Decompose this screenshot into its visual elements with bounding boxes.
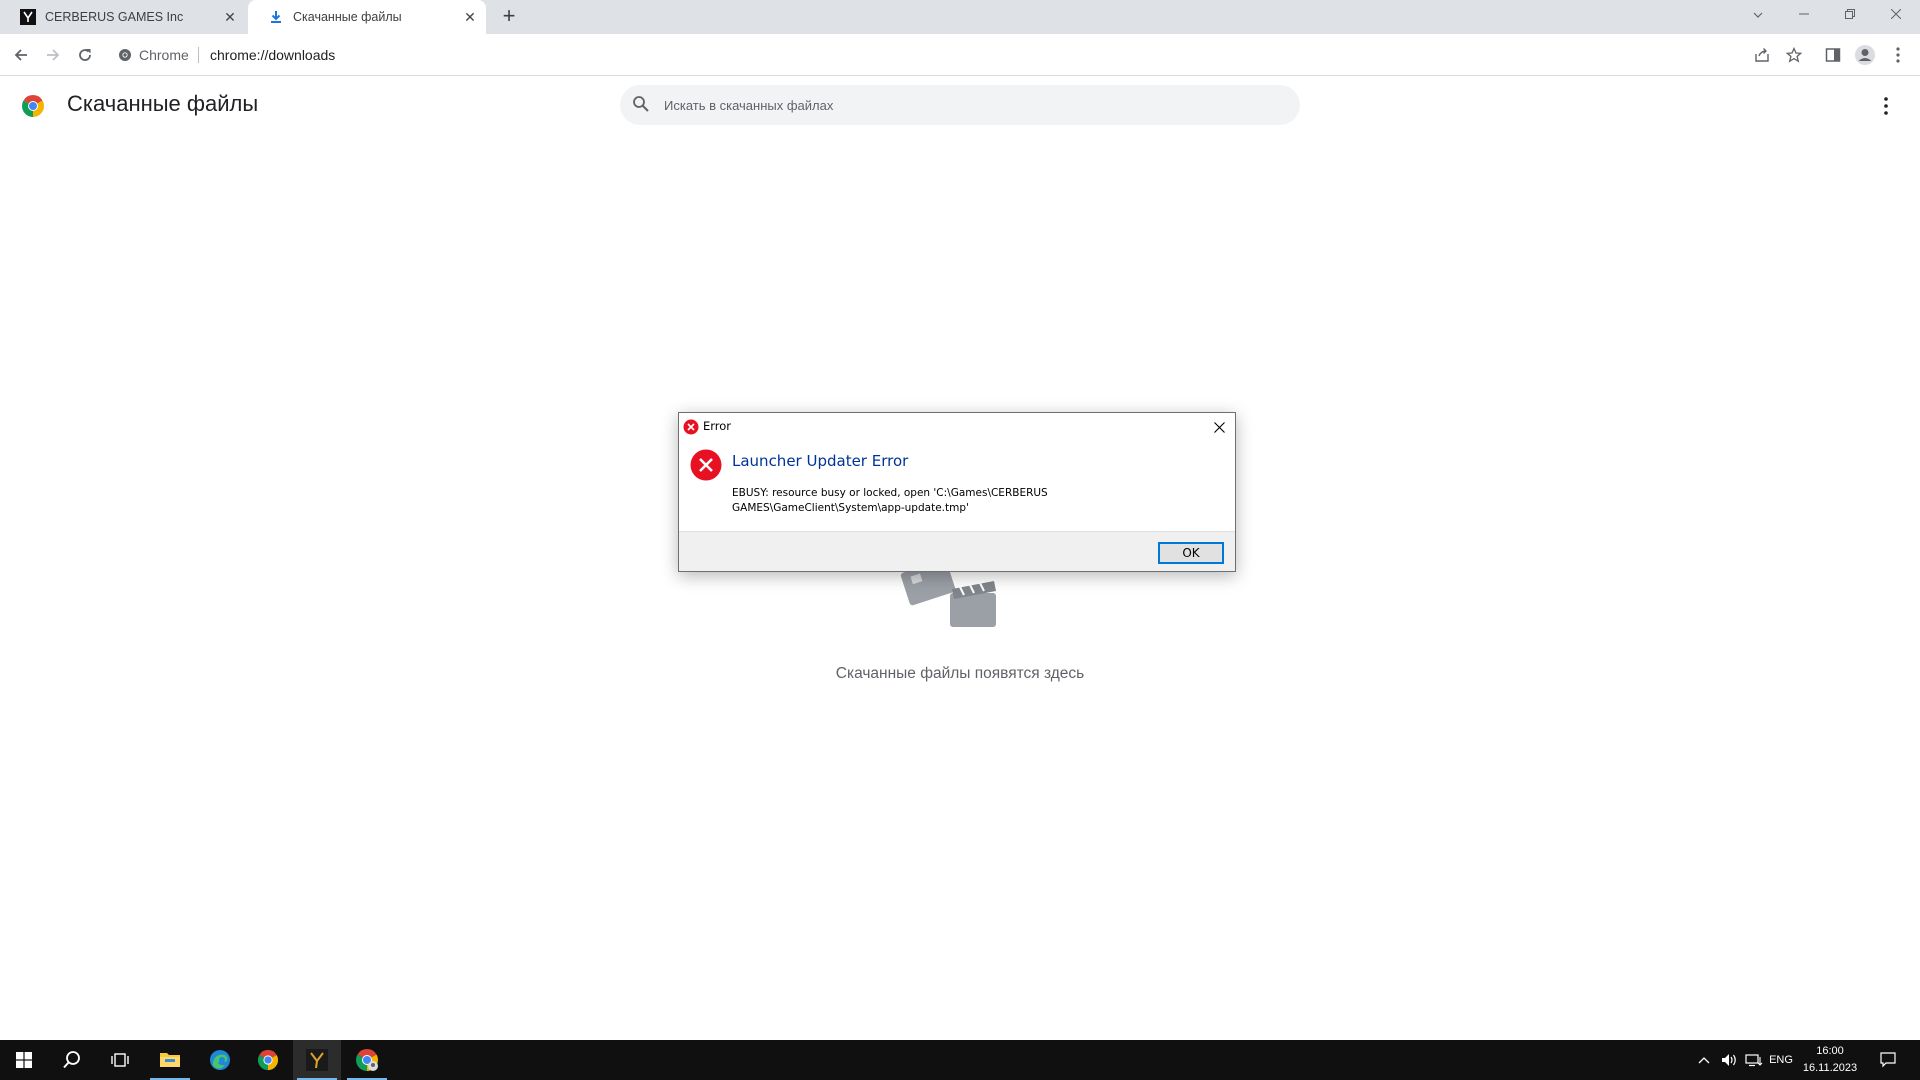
search-icon[interactable] [48,1040,96,1080]
url-text[interactable]: chrome://downloads [210,38,335,72]
tab-strip: CERBERUS GAMES Inc ✕ Скачанные файлы ✕ + [0,0,1920,34]
empty-state-text: Скачанные файлы появятся здесь [835,665,1085,682]
more-actions-icon[interactable] [1874,94,1898,118]
file-explorer-icon[interactable] [146,1040,194,1080]
close-tab-icon[interactable]: ✕ [222,9,238,25]
volume-icon[interactable] [1718,1040,1740,1080]
address-bar[interactable]: Chrome chrome://downloads [110,38,1800,72]
dialog-close-button[interactable] [1203,413,1235,441]
close-window-button[interactable] [1873,0,1919,30]
tab-title: CERBERUS GAMES Inc [45,10,184,24]
chrome-logo-icon [21,94,45,118]
profile-avatar-icon[interactable] [1853,43,1877,67]
tab-search-chevron-icon[interactable] [1735,0,1781,30]
search-input[interactable] [664,85,1284,125]
downloads-search[interactable] [620,85,1300,125]
chrome-menu-icon[interactable] [1886,43,1910,67]
notifications-icon[interactable] [1872,1040,1904,1080]
chrome-icon[interactable] [244,1040,292,1080]
side-panel-icon[interactable] [1821,43,1845,67]
bookmark-star-icon[interactable] [1782,43,1806,67]
clock-time: 16:00 [1816,1045,1844,1057]
reload-button[interactable] [73,43,97,67]
close-tab-icon[interactable]: ✕ [462,9,478,25]
site-label: Chrome [139,47,189,63]
share-icon[interactable] [1750,43,1774,67]
chrome-icon [118,48,132,62]
dialog-message: EBUSY: resource busy or locked, open 'C:… [732,486,1072,516]
windows-taskbar: ENG 16:00 16.11.2023 [0,1040,1920,1080]
dialog-footer: OK [679,531,1235,571]
dialog-message-line: GAMES\GameClient\System\app-update.tmp' [732,502,969,514]
site-chip[interactable]: Chrome [118,38,189,72]
cerberus-logo-icon [20,9,36,25]
downloads-header: Скачанные файлы [0,77,1920,133]
taskbar-clock[interactable]: 16:00 16.11.2023 [1796,1043,1864,1077]
chrome-profile-icon[interactable] [343,1040,391,1080]
minimize-button[interactable] [1781,0,1827,30]
windows-start-icon[interactable] [0,1040,48,1080]
input-language[interactable]: ENG [1766,1040,1796,1080]
browser-toolbar: Chrome chrome://downloads [0,34,1920,76]
forward-button[interactable] [41,43,65,67]
back-button[interactable] [9,43,33,67]
error-dialog: Error Launcher Updater Error EBUSY: reso… [678,412,1236,572]
search-icon [632,95,652,115]
ok-button[interactable]: OK [1158,542,1224,564]
show-hidden-icons-chevron-icon[interactable] [1694,1040,1714,1080]
network-icon[interactable] [1743,1040,1765,1080]
tab-cerberus[interactable]: CERBERUS GAMES Inc ✕ [0,0,246,34]
dialog-titlebar[interactable]: Error [679,413,1235,441]
clock-date: 16.11.2023 [1802,1062,1858,1074]
tab-downloads[interactable]: Скачанные файлы ✕ [248,0,486,34]
task-view-icon[interactable] [96,1040,144,1080]
edge-icon[interactable] [196,1040,244,1080]
dialog-message-line: EBUSY: resource busy or locked, open 'C:… [732,487,1048,499]
dialog-heading: Launcher Updater Error [732,452,909,470]
cerberus-launcher-icon[interactable] [293,1040,341,1080]
dialog-title: Error [703,419,732,433]
error-large-icon [690,449,722,481]
restore-button[interactable] [1827,0,1873,30]
download-icon [268,9,284,25]
separator [198,47,199,63]
page-title: Скачанные файлы [67,91,259,116]
new-tab-button[interactable]: + [498,5,520,28]
tab-title: Скачанные файлы [293,10,402,24]
error-icon [683,419,699,435]
